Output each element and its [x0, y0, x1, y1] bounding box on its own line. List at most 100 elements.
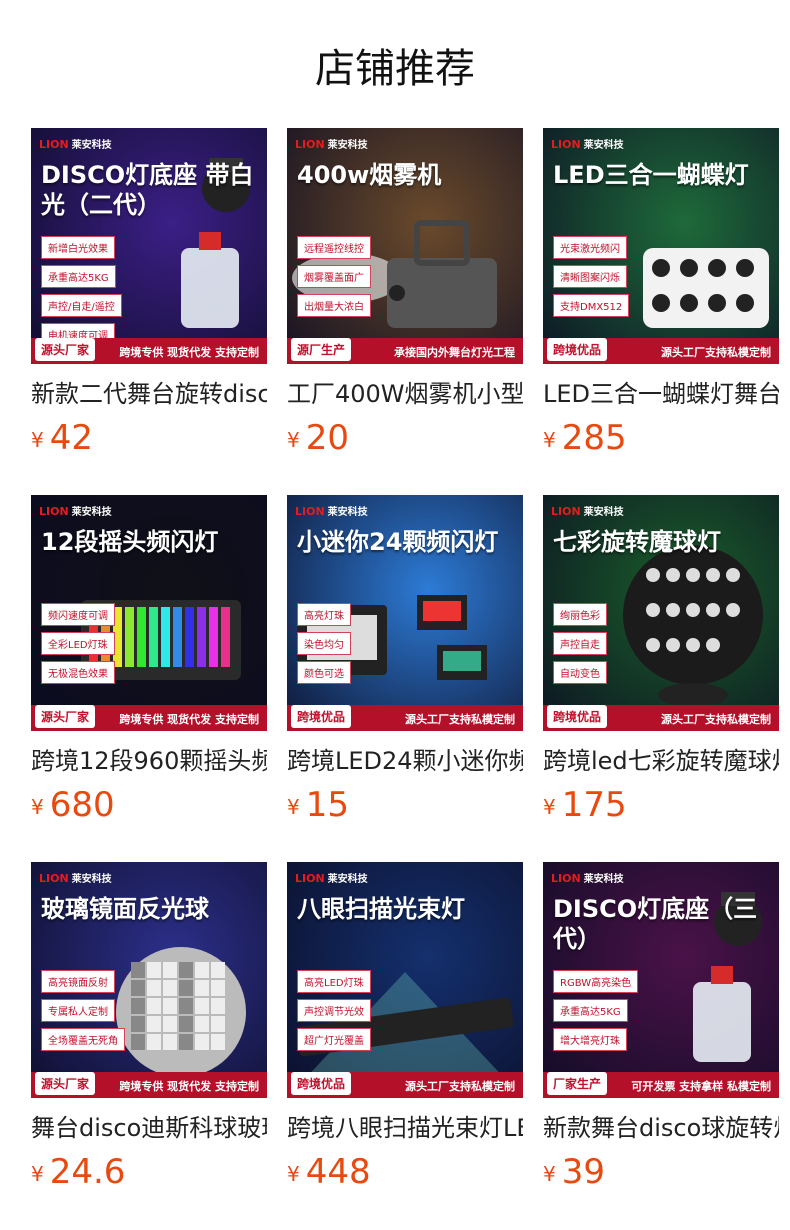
feature-tag: 声控/自走/遥控 [41, 294, 122, 317]
feature-tag: 高亮LED灯珠 [297, 970, 371, 993]
price-value: 285 [561, 418, 627, 458]
source-badge: 跨境优品 [547, 705, 608, 728]
feature-tag: 承重高达5KG [553, 999, 628, 1022]
currency-symbol: ¥ [31, 1162, 44, 1186]
currency-symbol: ¥ [543, 1162, 556, 1186]
product-image[interactable]: LION 莱安科技 LED三合一蝴蝶灯 光束激光频闪 清晰图案闪烁 支持DMX512 跨境优… [543, 128, 779, 364]
feature-tag: 频闪速度可调 [41, 603, 115, 626]
product-name[interactable]: 新款舞台disco球旋转灯底座 [543, 1112, 779, 1144]
feature-tag: 声控调节光效 [297, 999, 371, 1022]
promo-bar: 跨境优品 源头工厂支持私模定制 [287, 1072, 523, 1098]
source-badge: 源头厂家 [35, 705, 96, 728]
promo-bar: 跨境优品 源头工厂支持私模定制 [543, 338, 779, 364]
product-image-headline: 小迷你24颗频闪灯 [297, 528, 499, 556]
feature-tags: 高亮镜面反射 专属私人定制 全场覆盖无死角 [41, 970, 125, 1057]
promo-slogan: 承接国内外舞台灯光工程 [394, 346, 515, 359]
promo-slogan: 跨境专供 现货代发 支持定制 [119, 713, 259, 726]
product-card[interactable]: LION 莱安科技 七彩旋转魔球灯 绚丽色彩 声控自走 自动变色 跨境优品 源头工厂支持私模定… [543, 495, 779, 833]
brand-logo: LION 莱安科技 [295, 505, 368, 518]
feature-tag: 高亮灯珠 [297, 603, 351, 626]
product-name[interactable]: 跨境LED24颗小迷你频闪灯 [287, 745, 523, 777]
product-card[interactable]: LION 莱安科技 DISCO灯底座 带白光（二代） 新增白光效果 承重高达5KG 声控/… [31, 128, 267, 466]
brand-logo: LION 莱安科技 [39, 872, 112, 885]
product-image-headline: 玻璃镜面反光球 [41, 895, 209, 923]
feature-tag: 出烟量大浓白 [297, 294, 371, 317]
product-card[interactable]: LION 莱安科技 LED三合一蝴蝶灯 光束激光频闪 清晰图案闪烁 支持DMX512 跨境优… [543, 128, 779, 466]
product-name[interactable]: 舞台disco迪斯科球玻璃镜面反光球 [31, 1112, 267, 1144]
feature-tags: 频闪速度可调 全彩LED灯珠 无极混色效果 [41, 603, 115, 690]
product-card[interactable]: LION 莱安科技 DISCO灯底座（三代） RGBW高亮染色 承重高达5KG 增大增亮灯… [543, 862, 779, 1200]
currency-symbol: ¥ [31, 795, 44, 819]
product-image[interactable]: LION 莱安科技 400w烟雾机 远程遥控线控 烟雾覆盖面广 出烟量大浓白 源厂生产 承接国… [287, 128, 523, 364]
feature-tags: 高亮灯珠 染色均匀 颜色可选 [297, 603, 351, 690]
product-image-headline: 七彩旋转魔球灯 [553, 528, 721, 556]
feature-tags: 高亮LED灯珠 声控调节光效 超广灯光覆盖 [297, 970, 371, 1057]
product-image[interactable]: LION 莱安科技玻璃镜面反光球高亮镜面反射 专属私人定制 全场覆盖无死角源头厂家 跨境… [31, 862, 267, 1098]
product-image[interactable]: LION 莱安科技 DISCO灯底座 带白光（二代） 新增白光效果 承重高达5KG 声控/… [31, 128, 267, 364]
price-value: 448 [305, 1152, 371, 1192]
feature-tag: 光束激光频闪 [553, 236, 627, 259]
feature-tag: RGBW高亮染色 [553, 970, 639, 993]
product-name[interactable]: 新款二代舞台旋转disco灯底座 [31, 378, 267, 410]
product-image[interactable]: LION 莱安科技 小迷你24颗频闪灯 高亮灯珠 染色均匀 颜色可选 跨境优品 源头工厂支持私… [287, 495, 523, 731]
product-price: ¥20 [287, 416, 523, 466]
product-card[interactable]: LION 莱安科技八眼扫描光束灯高亮LED灯珠 声控调节光效 超广灯光覆盖跨境优品 源头… [287, 862, 523, 1200]
promo-bar: 厂家生产 可开发票 支持拿样 私模定制 [543, 1072, 779, 1098]
brand-logo: LION 莱安科技 [551, 872, 624, 885]
product-price: ¥175 [543, 783, 779, 833]
product-image[interactable]: LION 莱安科技 DISCO灯底座（三代） RGBW高亮染色 承重高达5KG 增大增亮灯… [543, 862, 779, 1098]
feature-tag: 超广灯光覆盖 [297, 1028, 371, 1051]
source-badge: 跨境优品 [547, 338, 608, 361]
product-image[interactable]: LION 莱安科技八眼扫描光束灯高亮LED灯珠 声控调节光效 超广灯光覆盖跨境优品 源头… [287, 862, 523, 1098]
feature-tag: 自动变色 [553, 661, 607, 684]
feature-tag: 无极混色效果 [41, 661, 115, 684]
product-image[interactable]: LION 莱安科技 12段摇头频闪灯频闪速度可调 全彩LED灯珠 无极混色效果源头厂家 跨… [31, 495, 267, 731]
source-badge: 跨境优品 [291, 705, 352, 728]
price-value: 39 [561, 1152, 605, 1192]
promo-slogan: 可开发票 支持拿样 私模定制 [631, 1080, 771, 1093]
brand-logo: LION 莱安科技 [551, 138, 624, 151]
source-badge: 厂家生产 [547, 1072, 608, 1095]
product-price: ¥24.6 [31, 1150, 267, 1200]
feature-tag: 全彩LED灯珠 [41, 632, 115, 655]
product-name[interactable]: 跨境12段960颗摇头频闪灯 [31, 745, 267, 777]
promo-slogan: 跨境专供 现货代发 支持定制 [119, 1080, 259, 1093]
feature-tag: 全场覆盖无死角 [41, 1028, 125, 1051]
promo-slogan: 跨境专供 现货代发 支持定制 [119, 346, 259, 359]
feature-tag: 高亮镜面反射 [41, 970, 115, 993]
price-value: 175 [561, 785, 627, 825]
promo-bar: 跨境优品 源头工厂支持私模定制 [287, 705, 523, 731]
page-title: 店铺推荐 [315, 46, 475, 92]
product-image[interactable]: LION 莱安科技 七彩旋转魔球灯 绚丽色彩 声控自走 自动变色 跨境优品 源头工厂支持私模定… [543, 495, 779, 731]
product-name[interactable]: 跨境八眼扫描光束灯LED [287, 1112, 523, 1144]
source-badge: 源头厂家 [35, 1072, 96, 1095]
product-card[interactable]: LION 莱安科技 400w烟雾机 远程遥控线控 烟雾覆盖面广 出烟量大浓白 源厂生产 承接国… [287, 128, 523, 466]
promo-bar: 源厂生产 承接国内外舞台灯光工程 [287, 338, 523, 364]
feature-tag: 绚丽色彩 [553, 603, 607, 626]
promo-slogan: 源头工厂支持私模定制 [405, 1080, 515, 1093]
product-image-headline: 12段摇头频闪灯 [41, 528, 219, 556]
brand-logo: LION 莱安科技 [39, 138, 112, 151]
feature-tag: 声控自走 [553, 632, 607, 655]
feature-tag: 支持DMX512 [553, 294, 630, 317]
product-name[interactable]: LED三合一蝴蝶灯舞台灯光 [543, 378, 779, 410]
promo-bar: 源头厂家 跨境专供 现货代发 支持定制 [31, 1072, 267, 1098]
currency-symbol: ¥ [543, 428, 556, 452]
brand-logo: LION 莱安科技 [295, 872, 368, 885]
price-value: 680 [49, 785, 115, 825]
product-name[interactable]: 跨境led七彩旋转魔球灯 [543, 745, 779, 777]
promo-bar: 源头厂家 跨境专供 现货代发 支持定制 [31, 705, 267, 731]
product-image-headline: LED三合一蝴蝶灯 [553, 161, 749, 189]
brand-logo: LION 莱安科技 [39, 505, 112, 518]
promo-bar: 跨境优品 源头工厂支持私模定制 [543, 705, 779, 731]
product-card[interactable]: LION 莱安科技 12段摇头频闪灯 频闪速度可调 全彩LED灯珠 无极混色效果 源头厂家跨… [31, 495, 267, 833]
product-card[interactable]: LION 莱安科技 小迷你24颗频闪灯 高亮灯珠 染色均匀 颜色可选 跨境优品 源头工厂支持私… [287, 495, 523, 833]
feature-tag: 染色均匀 [297, 632, 351, 655]
product-price: ¥39 [543, 1150, 779, 1200]
currency-symbol: ¥ [31, 428, 44, 452]
feature-tag: 远程遥控线控 [297, 236, 371, 259]
product-card[interactable]: LION 莱安科技玻璃镜面反光球高亮镜面反射 专属私人定制 全场覆盖无死角源头厂家 跨境… [31, 862, 267, 1200]
product-image-headline: 八眼扫描光束灯 [297, 895, 465, 923]
product-name[interactable]: 工厂400W烟雾机小型舞台 [287, 378, 523, 410]
price-value: 24.6 [49, 1152, 126, 1192]
